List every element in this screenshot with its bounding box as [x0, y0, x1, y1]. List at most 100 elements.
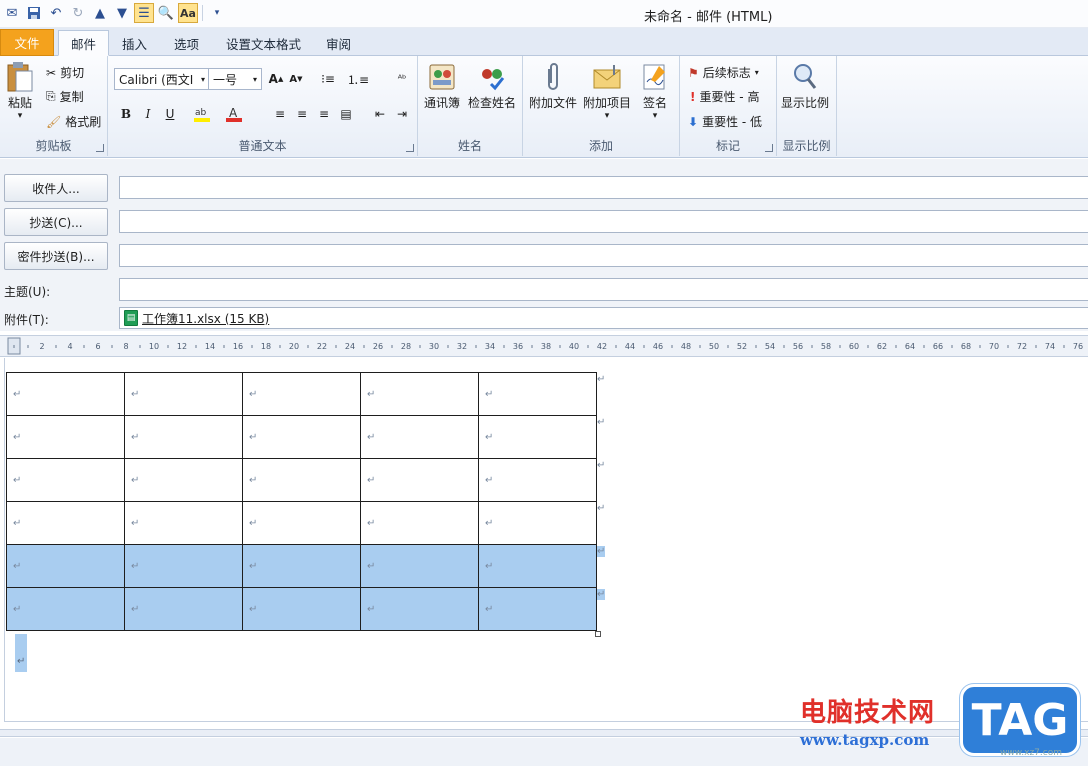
cc-button[interactable]: 抄送(C)... — [4, 208, 108, 236]
increase-indent-icon[interactable]: ⇥ — [392, 104, 412, 124]
table-cell[interactable]: ↵ — [242, 415, 361, 459]
font-name-combo[interactable]: Calibri (西文I ▾ — [114, 68, 210, 90]
table-cell[interactable]: ↵ — [6, 587, 125, 631]
highlight-icon[interactable]: ab — [192, 104, 212, 124]
table-cell[interactable]: ↵ — [124, 372, 243, 416]
table-cell[interactable]: ↵ — [6, 372, 125, 416]
table-cell[interactable]: ↵ — [360, 372, 479, 416]
signature-button[interactable]: 签名 ▾ — [639, 60, 671, 121]
table-cell[interactable]: ↵ — [360, 587, 479, 631]
cut-button[interactable]: ✂ 剪切 — [46, 64, 84, 81]
clear-format-icon[interactable]: ᴬᵇ — [392, 69, 412, 89]
tab-mail[interactable]: 邮件 — [58, 30, 110, 56]
attach-item-button[interactable]: 附加项目 ▾ — [583, 60, 631, 121]
attachment-field[interactable]: ▤ 工作簿11.xlsx (15 KB) — [119, 307, 1088, 329]
selected-paragraph-mark[interactable]: ↵ — [15, 634, 27, 672]
table-cell[interactable]: ↵ — [242, 372, 361, 416]
align-right-icon[interactable]: ≡ — [314, 104, 334, 124]
print-preview-icon[interactable]: 🔍 — [156, 3, 176, 23]
subject-input[interactable] — [119, 278, 1088, 301]
low-importance-button[interactable]: ⬇ 重要性 - 低 — [688, 113, 762, 130]
bold-button[interactable]: B — [116, 104, 136, 124]
table-cell[interactable]: ↵ — [360, 458, 479, 502]
tab-insert[interactable]: 插入 — [110, 30, 159, 56]
table-cell[interactable]: ↵ — [242, 587, 361, 631]
table-row[interactable]: ↵ ↵ ↵ ↵ ↵ — [6, 415, 597, 459]
table-cell[interactable]: ↵ — [242, 501, 361, 545]
basic-text-launcher-icon[interactable] — [406, 144, 414, 152]
table-row[interactable]: ↵ ↵ ↵ ↵ ↵ — [6, 372, 597, 416]
tab-review[interactable]: 审阅 — [314, 30, 363, 56]
attach-file-button[interactable]: 附加文件 — [529, 60, 577, 111]
bcc-input[interactable] — [119, 244, 1088, 267]
zoom-button[interactable]: 显示比例 — [781, 60, 829, 111]
align-center-icon[interactable]: ≡ — [292, 104, 312, 124]
table-cell[interactable]: ↵ — [6, 415, 125, 459]
table-cell[interactable]: ↵ — [478, 501, 597, 545]
ruler[interactable]: 2 4 6 8 10 12 14 16 18 20 22 24 26 28 30 32 34 36 38 40 42 44… — [0, 335, 1088, 357]
table-cell[interactable]: ↵ — [360, 544, 479, 588]
table-cell[interactable]: ↵ — [242, 458, 361, 502]
shrink-font-icon[interactable]: A ▼ — [286, 69, 306, 89]
table-cell[interactable]: ↵ — [124, 587, 243, 631]
table-cell[interactable]: ↵ — [478, 372, 597, 416]
table-cell[interactable]: ↵ — [242, 544, 361, 588]
down-arrow-icon[interactable]: ▼ — [112, 3, 132, 23]
undo-icon[interactable]: ↶ — [46, 3, 66, 23]
paste-dropdown-icon[interactable]: ▾ — [18, 111, 23, 121]
to-input[interactable] — [119, 176, 1088, 199]
bullet-list-icon[interactable]: ⁝≡ — [318, 69, 338, 89]
table-cell[interactable]: ↵ — [360, 415, 479, 459]
table-resize-handle[interactable] — [595, 631, 601, 637]
redo-icon[interactable]: ↻ — [68, 3, 88, 23]
table-cell[interactable]: ↵ — [124, 501, 243, 545]
signature-dropdown-icon[interactable]: ▾ — [653, 111, 658, 121]
bullets-toggle-icon[interactable]: ☰ — [134, 3, 154, 23]
table-cell[interactable]: ↵ — [6, 501, 125, 545]
table-cell[interactable]: ↵ — [478, 544, 597, 588]
high-importance-button[interactable]: ! 重要性 - 高 — [690, 88, 759, 105]
follow-up-button[interactable]: ⚑ 后续标志 ▾ — [688, 64, 759, 81]
font-style-icon[interactable]: Aa — [178, 3, 198, 23]
cc-input[interactable] — [119, 210, 1088, 233]
customize-qat-icon[interactable]: ▾ — [207, 3, 227, 23]
app-icon[interactable]: ✉ — [2, 3, 22, 23]
table-cell[interactable]: ↵ — [478, 587, 597, 631]
message-body[interactable]: ↵ ↵ ↵ ↵ ↵ ↵ ↵ ↵ ↵ ↵ ↵ ↵ ↵ ↵ ↵ ↵ ↵ ↵ ↵ ↵ ↵ ↵ ↵ ↵ ↵ ↵ ↵ ↵ ↵ ↵ ↵ ↵ ↵ ↵ ↵ ↵ ↵ — [4, 358, 1088, 722]
table-cell[interactable]: ↵ — [6, 544, 125, 588]
clipboard-launcher-icon[interactable] — [96, 144, 104, 152]
font-color-icon[interactable]: A — [224, 104, 244, 124]
save-icon[interactable] — [24, 3, 44, 23]
grow-font-icon[interactable]: A ▲ — [266, 69, 286, 89]
table-cell[interactable]: ↵ — [124, 544, 243, 588]
attach-item-dropdown-icon[interactable]: ▾ — [605, 111, 610, 121]
justify-icon[interactable]: ▤ — [336, 104, 356, 124]
table-row[interactable]: ↵ ↵ ↵ ↵ ↵ — [6, 587, 597, 631]
attachment-file-link[interactable]: 工作簿11.xlsx (15 KB) — [142, 310, 269, 327]
tab-file[interactable]: 文件 — [0, 29, 54, 56]
table-row[interactable]: ↵ ↵ ↵ ↵ ↵ — [6, 458, 597, 502]
underline-button[interactable]: U — [160, 104, 180, 124]
body-table[interactable]: ↵ ↵ ↵ ↵ ↵ ↵ ↵ ↵ ↵ ↵ ↵ ↵ ↵ ↵ ↵ ↵ ↵ ↵ ↵ ↵ ↵ ↵ ↵ ↵ ↵ ↵ ↵ ↵ ↵ ↵ — [6, 372, 597, 631]
tab-options[interactable]: 选项 — [162, 30, 211, 56]
bcc-button[interactable]: 密件抄送(B)... — [4, 242, 108, 270]
check-names-button[interactable]: 检查姓名 — [468, 60, 516, 111]
paste-button[interactable]: 粘贴 ▾ — [4, 60, 36, 121]
address-book-button[interactable]: 通讯簿 — [424, 60, 460, 111]
copy-button[interactable]: ⎘ 复制 — [46, 88, 84, 105]
italic-button[interactable]: I — [138, 104, 158, 124]
table-row[interactable]: ↵ ↵ ↵ ↵ ↵ — [6, 501, 597, 545]
table-cell[interactable]: ↵ — [478, 458, 597, 502]
table-cell[interactable]: ↵ — [6, 458, 125, 502]
table-cell[interactable]: ↵ — [478, 415, 597, 459]
tags-launcher-icon[interactable] — [765, 144, 773, 152]
align-left-icon[interactable]: ≡ — [270, 104, 290, 124]
table-cell[interactable]: ↵ — [124, 415, 243, 459]
table-cell[interactable]: ↵ — [124, 458, 243, 502]
table-row[interactable]: ↵ ↵ ↵ ↵ ↵ — [6, 544, 597, 588]
up-arrow-icon[interactable]: ▲ — [90, 3, 110, 23]
to-button[interactable]: 收件人... — [4, 174, 108, 202]
numbered-list-icon[interactable]: ⒈≡ — [347, 69, 369, 89]
table-cell[interactable]: ↵ — [360, 501, 479, 545]
decrease-indent-icon[interactable]: ⇤ — [370, 104, 390, 124]
